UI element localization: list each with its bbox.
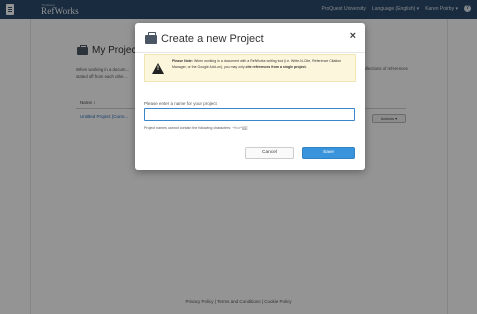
project-name-hint: Project names cannot contain the followi…	[144, 126, 248, 130]
note-text: Please Note: When working in a document …	[172, 59, 352, 70]
cancel-button[interactable]: Cancel	[245, 147, 294, 159]
briefcase-icon	[145, 32, 157, 44]
note-emphasis: cite references from a single project.	[245, 64, 307, 69]
note-callout: Please Note: When working in a document …	[144, 54, 356, 82]
project-name-input[interactable]	[144, 108, 355, 121]
app-window: ProQuest RefWorks ProQuest University La…	[0, 0, 477, 314]
create-project-modal: Create a new Project × Please Note: When…	[135, 23, 365, 170]
modal-title: Create a new Project	[161, 33, 264, 45]
close-icon[interactable]: ×	[350, 30, 356, 42]
modal-header: Create a new Project ×	[135, 23, 365, 53]
save-button[interactable]: Save	[302, 147, 355, 159]
warning-icon	[152, 63, 164, 74]
note-prefix: Please Note:	[172, 59, 194, 63]
project-name-label: Please enter a name for your project	[144, 101, 217, 106]
